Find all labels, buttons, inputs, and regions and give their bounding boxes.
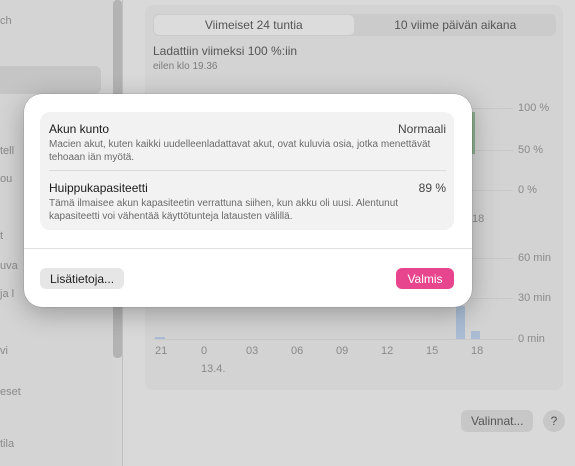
usage-x-tick: 0 — [201, 345, 208, 357]
usage-date-label: 13.4. — [201, 363, 226, 375]
usage-bar — [471, 331, 480, 339]
usage-x-tick: 03 — [246, 345, 259, 357]
usage-y-tick: 30 min — [518, 292, 552, 304]
level-y-tick: 50 % — [518, 144, 544, 156]
usage-x-tick: 18 — [471, 345, 484, 357]
peak-capacity-value: 89 % — [418, 181, 446, 195]
battery-health-dialog: Akun kunto Normaali Macien akut, kuten k… — [24, 94, 472, 307]
usage-y-tick: 0 min — [518, 333, 545, 345]
sidebar-item[interactable]: t — [0, 230, 3, 242]
tab-last-24-hours[interactable]: Viimeiset 24 tuntia — [154, 15, 354, 35]
dialog-divider — [24, 248, 472, 249]
level-y-tick: 0 % — [518, 184, 537, 196]
usage-bar — [155, 337, 165, 339]
sidebar-item[interactable]: tell — [0, 145, 14, 157]
peak-capacity-description: Tämä ilmaisee akun kapasiteetin verrattu… — [49, 198, 399, 222]
level-x-tick: 18 — [472, 213, 485, 225]
usage-bar — [456, 306, 465, 339]
period-segmented-control: Viimeiset 24 tuntia 10 viime päivän aika… — [153, 14, 556, 36]
sidebar-item[interactable]: ja l — [0, 288, 14, 300]
sidebar-item[interactable]: ou — [0, 173, 12, 185]
sidebar-item[interactable]: uva — [0, 260, 18, 272]
sidebar-item[interactable]: tila — [0, 438, 14, 450]
usage-x-tick: 09 — [336, 345, 349, 357]
usage-x-tick: 15 — [426, 345, 439, 357]
battery-health-title: Akun kunto — [49, 122, 110, 136]
last-charged-title: Ladattiin viimeksi 100 %:iin — [153, 44, 298, 58]
battery-info-card: Akun kunto Normaali Macien akut, kuten k… — [40, 112, 454, 230]
peak-capacity-title: Huippukapasiteetti — [49, 181, 148, 195]
usage-x-tick: 06 — [291, 345, 304, 357]
peak-capacity-row: Huippukapasiteetti 89 % Tämä ilmaisee ak… — [49, 181, 446, 223]
usage-gridline — [153, 339, 513, 340]
battery-health-description: Macien akut, kuten kaikki uudelleenladat… — [49, 139, 431, 163]
tab-last-10-days[interactable]: 10 viime päivän aikana — [356, 15, 556, 35]
usage-x-tick: 21 — [155, 345, 168, 357]
sidebar-item[interactable]: eset — [0, 386, 21, 398]
help-button[interactable]: ? — [543, 410, 565, 432]
level-y-tick: 100 % — [518, 102, 550, 114]
usage-x-tick: 12 — [381, 345, 394, 357]
sidebar-item[interactable]: ch — [0, 15, 12, 27]
sidebar-selected-item[interactable] — [0, 66, 101, 94]
sidebar-item[interactable]: vi — [0, 345, 8, 357]
more-info-button[interactable]: Lisätietoja... — [40, 268, 125, 289]
done-button[interactable]: Valmis — [396, 268, 454, 289]
battery-health-value: Normaali — [397, 122, 446, 136]
last-charged-time: eilen klo 19.36 — [153, 61, 218, 72]
usage-y-tick: 60 min — [518, 252, 552, 264]
row-divider — [49, 170, 446, 171]
battery-health-row: Akun kunto Normaali Macien akut, kuten k… — [49, 122, 446, 164]
options-button[interactable]: Valinnat... — [461, 410, 534, 432]
